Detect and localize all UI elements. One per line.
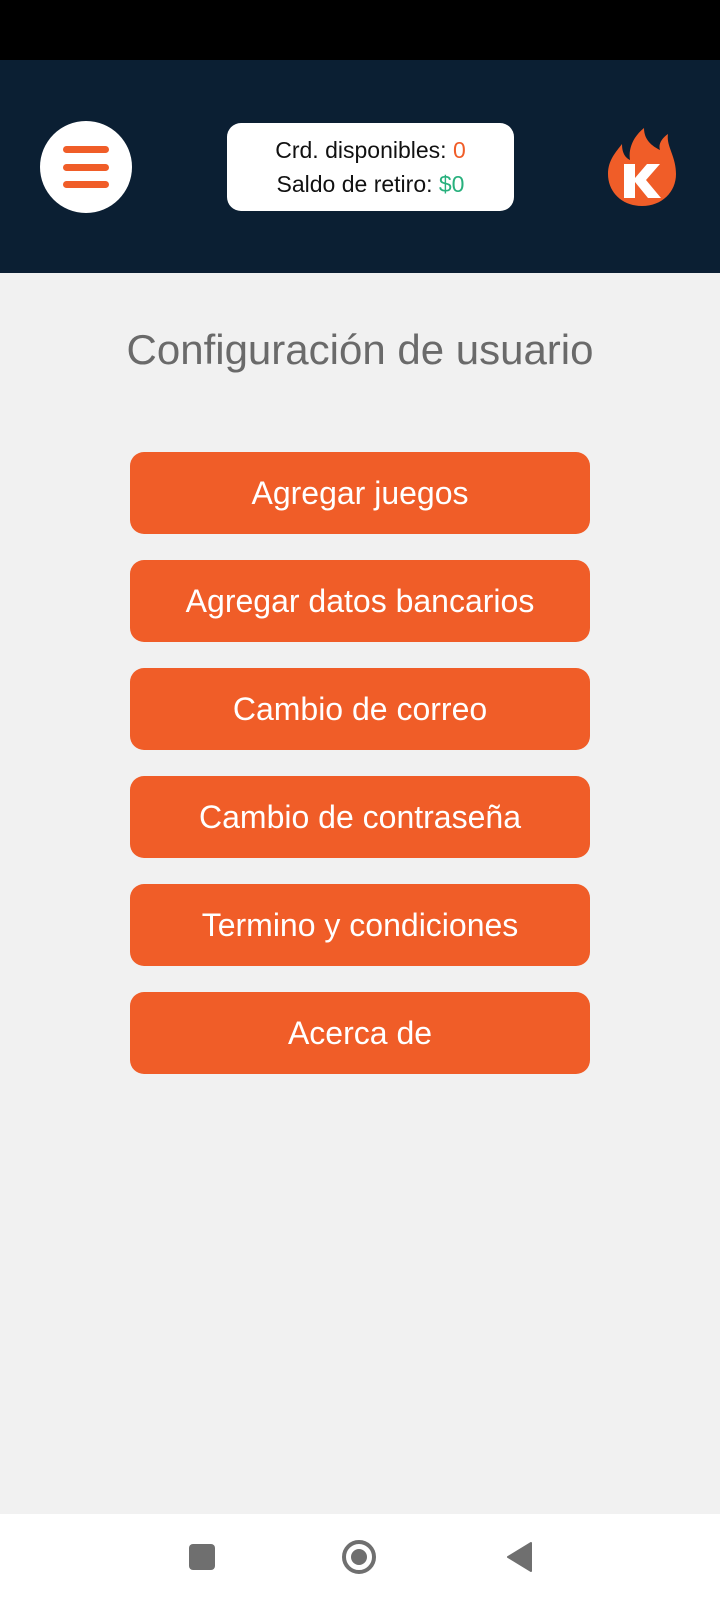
settings-menu: Agregar juegos Agregar datos bancarios C… — [130, 452, 590, 1100]
balance-panel: Crd. disponibles: 0 Saldo de retiro: $0 — [227, 123, 514, 211]
page-title: Configuración de usuario — [126, 326, 594, 373]
recents-square-icon[interactable] — [189, 1544, 215, 1570]
back-triangle-icon[interactable] — [505, 1541, 533, 1573]
withdraw-row: Saldo de retiro: $0 — [277, 167, 465, 201]
home-circle-icon[interactable] — [341, 1539, 377, 1575]
status-bar — [0, 0, 720, 60]
change-password-button[interactable]: Cambio de contraseña — [130, 776, 590, 858]
app-header: Crd. disponibles: 0 Saldo de retiro: $0 — [0, 60, 720, 273]
change-email-button[interactable]: Cambio de correo — [130, 668, 590, 750]
hamburger-icon — [63, 144, 109, 190]
add-games-button[interactable]: Agregar juegos — [130, 452, 590, 534]
credits-label: Crd. disponibles: — [275, 137, 447, 163]
about-button[interactable]: Acerca de — [130, 992, 590, 1074]
withdraw-value: $0 — [438, 171, 465, 197]
add-bank-details-button[interactable]: Agregar datos bancarios — [130, 560, 590, 642]
withdraw-label: Saldo de retiro: — [276, 171, 433, 197]
terms-button[interactable]: Termino y condiciones — [130, 884, 590, 966]
credits-value: 0 — [452, 137, 466, 163]
menu-button[interactable] — [40, 121, 132, 213]
credits-row: Crd. disponibles: 0 — [275, 133, 466, 167]
system-nav-bar — [0, 1514, 720, 1600]
flame-logo-icon — [608, 128, 676, 206]
